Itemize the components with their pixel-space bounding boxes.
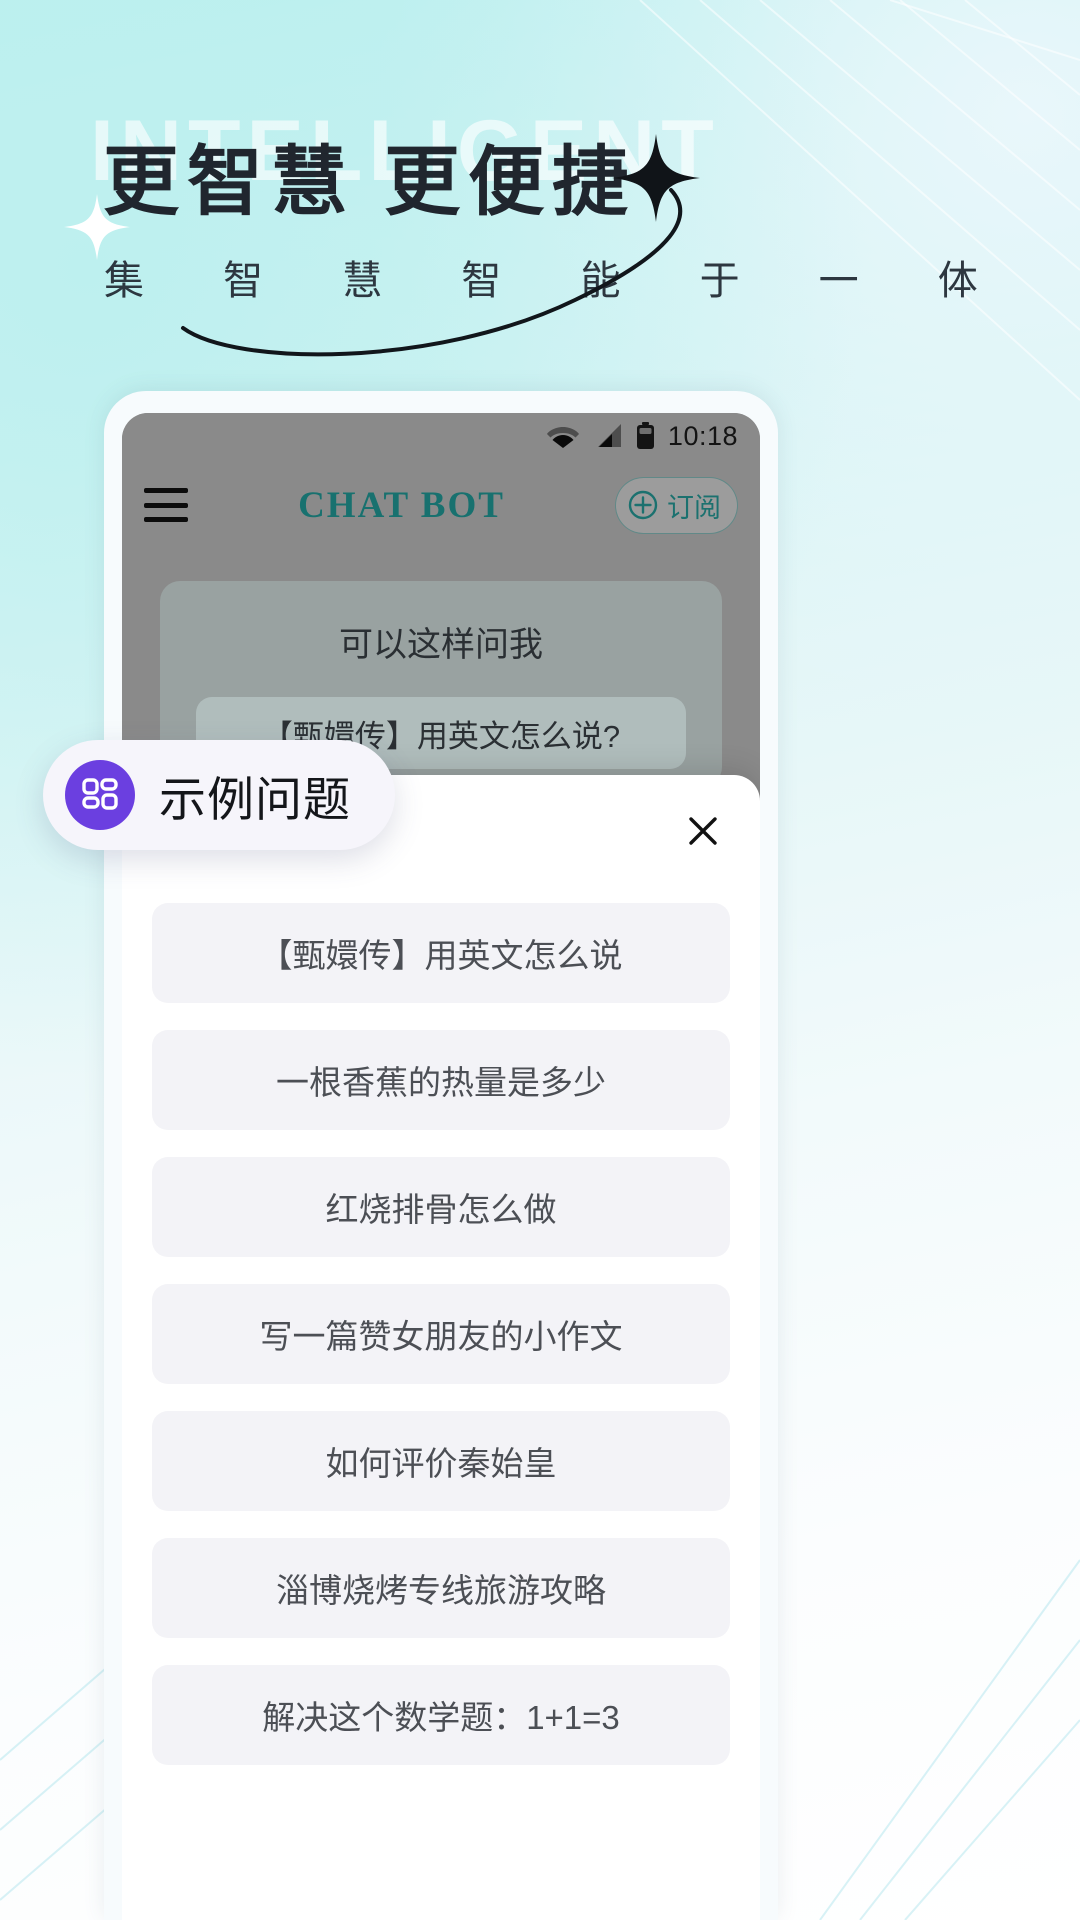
feature-callout-badge: 示例问题: [43, 740, 395, 850]
app-bar: CHAT BOT 订阅: [122, 459, 760, 551]
hero-section: INTELLIGENT 更智慧 更便捷 集 智 慧 智 能 于 一 体: [0, 0, 1080, 400]
question-item[interactable]: 解决这个数学题：1+1=3: [152, 1665, 730, 1765]
phone-screen: 10:18 CHAT BOT 订阅 可以这样问我 【甄嬛传】用英文怎么说? 【甄…: [122, 413, 760, 1920]
phone-mockup: 10:18 CHAT BOT 订阅 可以这样问我 【甄嬛传】用英文怎么说? 【甄…: [104, 391, 778, 1920]
intro-card-title: 可以这样问我: [339, 626, 543, 664]
sparkle-icon: [64, 194, 130, 260]
close-icon[interactable]: [680, 808, 726, 854]
swoosh-curve: [181, 188, 683, 357]
subscribe-label: 订阅: [667, 492, 721, 523]
wifi-icon: [546, 427, 579, 448]
close-x-glyph: [689, 817, 717, 845]
grid-dashboard-icon: [65, 760, 135, 830]
feature-callout-label: 示例问题: [159, 772, 351, 826]
example-questions-sheet: 示例问题 【甄嬛传】用英文怎么说 一根香蕉的热量是多少 红烧排骨怎么做 写一篇赞…: [122, 775, 760, 1920]
cellular-signal-icon: [597, 424, 621, 447]
subscribe-button[interactable]: 订阅: [615, 476, 738, 534]
hamburger-menu-icon[interactable]: [144, 488, 188, 522]
question-item[interactable]: 【甄嬛传】用英文怎么说: [152, 903, 730, 1003]
question-item[interactable]: 写一篇赞女朋友的小作文: [152, 1284, 730, 1384]
status-bar-clock: 10:18: [667, 420, 738, 451]
example-questions-list: 【甄嬛传】用英文怎么说 一根香蕉的热量是多少 红烧排骨怎么做 写一篇赞女朋友的小…: [122, 887, 760, 1765]
battery-icon: [636, 422, 654, 449]
grid-dashboard-glyph: [82, 778, 118, 810]
status-bar: 10:18: [122, 413, 760, 459]
plus-circle-icon: [628, 490, 658, 520]
question-item[interactable]: 红烧排骨怎么做: [152, 1157, 730, 1257]
question-item[interactable]: 如何评价秦始皇: [152, 1411, 730, 1511]
question-item[interactable]: 一根香蕉的热量是多少: [152, 1030, 730, 1130]
app-title: CHAT BOT: [298, 484, 505, 526]
question-item[interactable]: 淄博烧烤专线旅游攻略: [152, 1538, 730, 1638]
